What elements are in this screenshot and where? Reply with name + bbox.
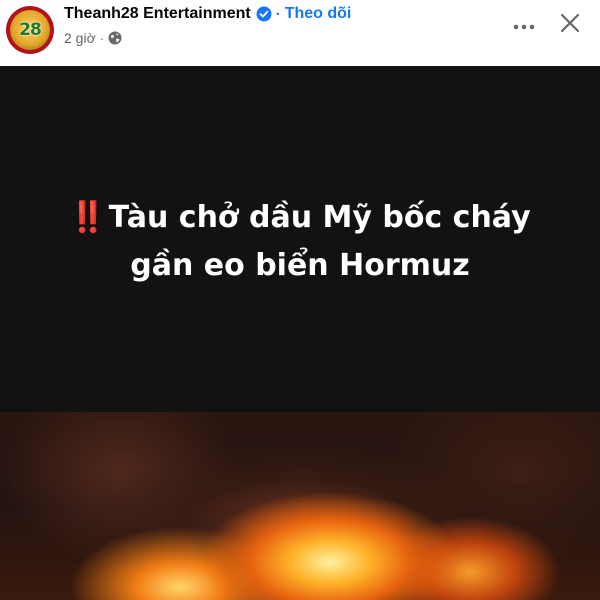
- headline-line-2: gần eo biển Hormuz: [130, 248, 470, 283]
- headline: ‼️Tàu chở dầu Mỹ bốc cháy gần eo biển Ho…: [0, 194, 600, 290]
- post-header: 28 Theanh28 Entertainment · Theo dõi 2 g…: [0, 0, 600, 66]
- more-options-button[interactable]: [508, 12, 540, 40]
- post-media[interactable]: ‼️Tàu chở dầu Mỹ bốc cháy gần eo biển Ho…: [0, 66, 600, 600]
- close-icon: [560, 13, 580, 38]
- verified-badge-icon: [256, 6, 272, 22]
- avatar-logo-text: 28: [19, 20, 42, 40]
- name-row: Theanh28 Entertainment · Theo dõi: [64, 3, 351, 25]
- post-meta: 2 giờ ·: [64, 28, 122, 48]
- close-button[interactable]: [554, 9, 586, 41]
- headline-line-1: ‼️Tàu chở dầu Mỹ bốc cháy: [0, 194, 600, 242]
- headline-text-1: Tàu chở dầu Mỹ bốc cháy: [108, 200, 531, 235]
- globe-icon[interactable]: [108, 31, 122, 45]
- meta-separator: ·: [99, 30, 105, 46]
- name-separator: ·: [275, 5, 281, 23]
- burning-tanker-photo: [0, 412, 600, 600]
- double-exclamation-icon: ‼️: [69, 200, 107, 235]
- post-timestamp[interactable]: 2 giờ: [64, 30, 96, 46]
- follow-button[interactable]: Theo dõi: [285, 5, 352, 23]
- more-options-icon: [513, 17, 535, 35]
- page-name-link[interactable]: Theanh28 Entertainment: [64, 5, 251, 23]
- page-avatar[interactable]: 28: [6, 6, 54, 54]
